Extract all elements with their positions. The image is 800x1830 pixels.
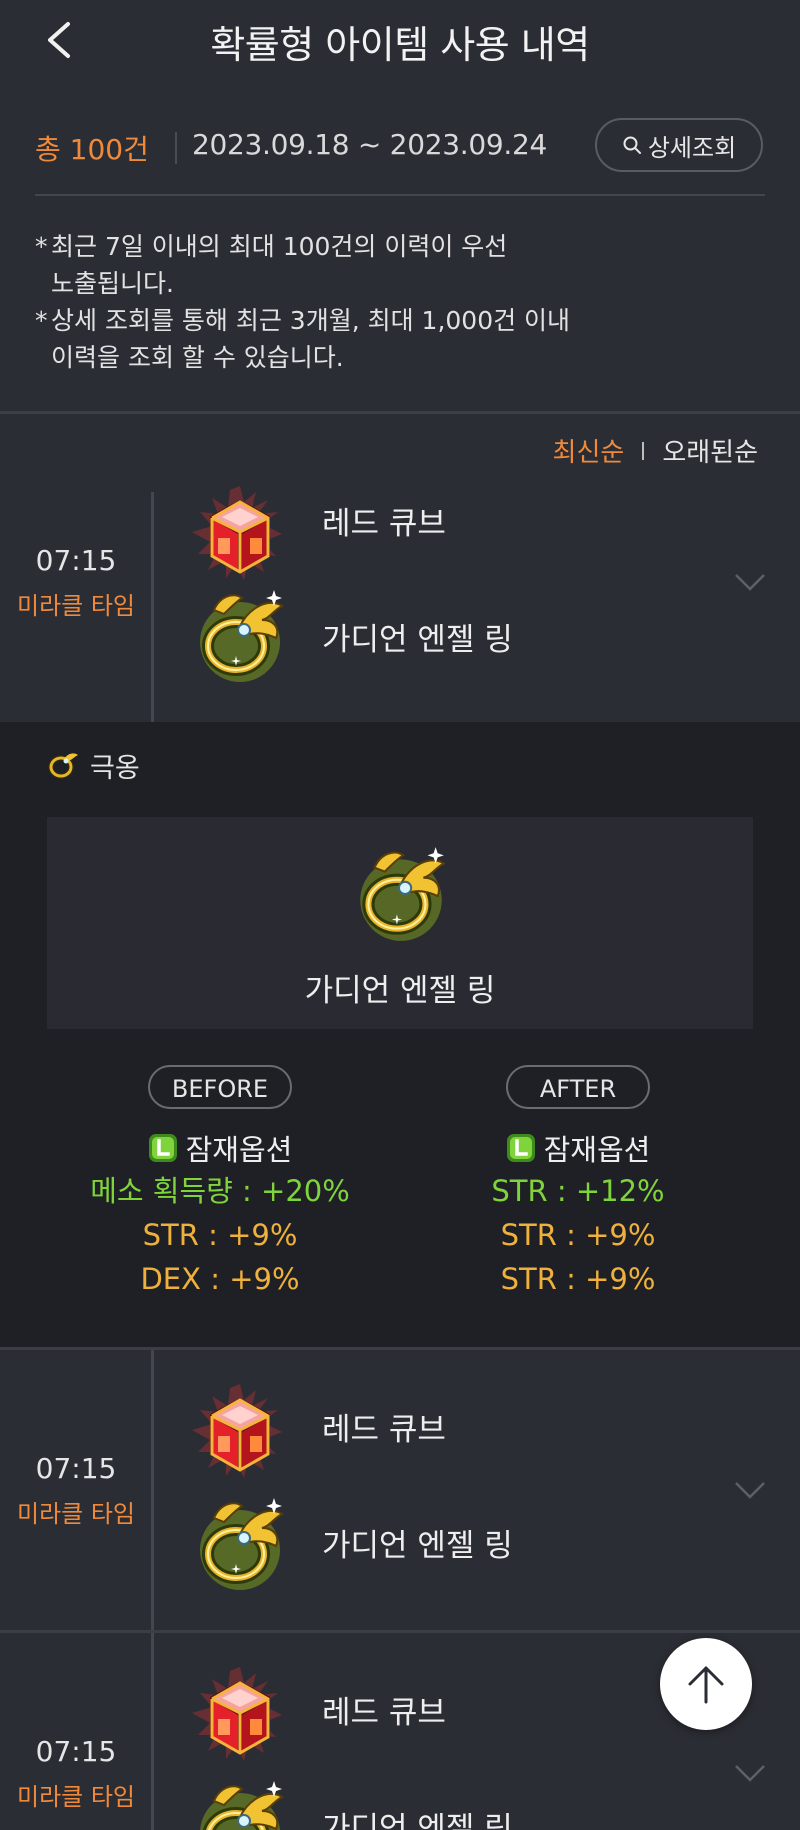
- detail-search-button[interactable]: 상세조회: [595, 118, 763, 172]
- notice-list: * 최근 7일 이내의 최대 100건의 이력이 우선 노출됩니다. * 상세 …: [35, 228, 765, 376]
- cube-icon-wrap: [186, 1665, 294, 1767]
- after-column: AFTER 잠재옵션 STR : +12% STR : +9% STR : +9…: [418, 1065, 738, 1301]
- scroll-to-top-button[interactable]: [660, 1638, 752, 1730]
- sort-separator: [642, 441, 645, 460]
- total-count: 총 100건: [35, 133, 149, 166]
- expand-chevron[interactable]: [734, 572, 766, 592]
- option-line: STR : +9%: [500, 1262, 656, 1296]
- cube-name: 레드 큐브: [322, 506, 446, 542]
- entry-detail-panel: 극옹 가디언 엔젤 링 BEFORE 잠재옵션 메소 획득량 : +20% ST…: [0, 722, 800, 1348]
- legendary-grade-icon: [148, 1134, 177, 1162]
- expand-chevron[interactable]: [734, 1763, 766, 1783]
- sort-toggle: 최신순 오래된순: [553, 432, 758, 469]
- option-line: 메소 획득량 : +20%: [90, 1174, 350, 1208]
- guardian-angel-ring-icon: [186, 1771, 294, 1830]
- chevron-down-icon: [735, 1482, 765, 1499]
- item-name: 가디언 엔젤 링: [322, 622, 513, 658]
- ring-small-icon: [48, 752, 78, 779]
- guardian-angel-ring-icon: [186, 1488, 294, 1596]
- ring-icon-wrap: [186, 1492, 294, 1592]
- option-line: STR : +12%: [491, 1174, 665, 1208]
- red-cube-icon: [190, 484, 284, 582]
- entry-time: 07:15: [35, 1452, 117, 1485]
- cube-icon-wrap: [186, 1382, 294, 1484]
- red-cube-icon: [190, 1382, 284, 1480]
- page-title: 확률형 아이템 사용 내역: [210, 23, 590, 67]
- timeline-line: [151, 1350, 154, 1630]
- notice-line: 최근 7일 이내의 최대 100건의 이력이 우선: [51, 232, 508, 261]
- potential-title: 잠재옵션: [418, 1127, 738, 1169]
- ring-icon-wrap: [186, 1775, 294, 1830]
- notice-item: * 상세 조회를 통해 최근 3개월, 최대 1,000건 이내 이력을 조회 …: [35, 302, 765, 376]
- before-badge: BEFORE: [148, 1065, 292, 1109]
- section-divider: [0, 411, 800, 414]
- history-entry[interactable]: 07:15 미라클 타임 레드 큐브 가디언 엔젤 링: [0, 1350, 800, 1630]
- ring-icon-wrap: [186, 584, 294, 684]
- divider: [175, 132, 177, 164]
- guardian-angel-ring-icon: [346, 837, 456, 947]
- entry-time: 07:15: [35, 1735, 117, 1768]
- asterisk: *: [35, 232, 48, 261]
- search-icon: [623, 136, 641, 154]
- option-line: STR : +9%: [142, 1218, 298, 1252]
- cube-icon-wrap: [186, 484, 294, 586]
- option-line: STR : +9%: [500, 1218, 656, 1252]
- date-range: 2023.09.18 ~ 2023.09.24: [192, 128, 547, 161]
- item-name: 가디언 엔젤 링: [322, 1811, 513, 1830]
- option-line: DEX : +9%: [140, 1262, 300, 1296]
- asterisk: *: [35, 306, 48, 335]
- chevron-down-icon: [735, 574, 765, 591]
- arrow-up-icon: [688, 1666, 724, 1704]
- sort-oldest-option[interactable]: 오래된순: [662, 432, 758, 469]
- sort-newest-option[interactable]: 최신순: [553, 432, 625, 469]
- grade-label: 극옹: [90, 753, 140, 784]
- chevron-down-icon: [735, 1765, 765, 1782]
- entry-event: 미라클 타임: [16, 1500, 136, 1528]
- entry-event: 미라클 타임: [16, 592, 136, 620]
- card-item-name: 가디언 엔젤 링: [304, 973, 496, 1009]
- app-header: 확률형 아이템 사용 내역: [0, 0, 800, 80]
- summary-bar: 총 100건 2023.09.18 ~ 2023.09.24 상세조회: [35, 118, 765, 178]
- potential-title-label: 잠재옵션: [185, 1133, 293, 1167]
- item-name: 가디언 엔젤 링: [322, 1528, 513, 1564]
- guardian-angel-ring-icon: [186, 580, 294, 688]
- divider: [35, 194, 765, 196]
- entry-time: 07:15: [35, 544, 117, 577]
- item-card: 가디언 엔젤 링: [47, 817, 753, 1029]
- notice-line: 이력을 조회 할 수 있습니다.: [51, 343, 344, 372]
- detail-search-label: 상세조회: [647, 133, 737, 162]
- legendary-grade-icon: [506, 1134, 535, 1162]
- grade-row: 극옹: [46, 746, 140, 785]
- after-badge: AFTER: [506, 1065, 650, 1109]
- before-column: BEFORE 잠재옵션 메소 획득량 : +20% STR : +9% DEX …: [60, 1065, 380, 1301]
- history-entry[interactable]: 07:15 미라클 타임 레드 큐브 가디언 엔젤 링: [0, 484, 800, 722]
- red-cube-icon: [190, 1665, 284, 1763]
- notice-line: 노출됩니다.: [51, 269, 174, 298]
- notice-line: 상세 조회를 통해 최근 3개월, 최대 1,000건 이내: [51, 306, 571, 335]
- cube-name: 레드 큐브: [322, 1695, 446, 1731]
- expand-chevron[interactable]: [734, 1480, 766, 1500]
- potential-title: 잠재옵션: [60, 1127, 380, 1169]
- notice-item: * 최근 7일 이내의 최대 100건의 이력이 우선 노출됩니다.: [35, 228, 765, 302]
- cube-name: 레드 큐브: [322, 1412, 446, 1448]
- entry-event: 미라클 타임: [16, 1783, 136, 1811]
- potential-title-label: 잠재옵션: [543, 1133, 651, 1167]
